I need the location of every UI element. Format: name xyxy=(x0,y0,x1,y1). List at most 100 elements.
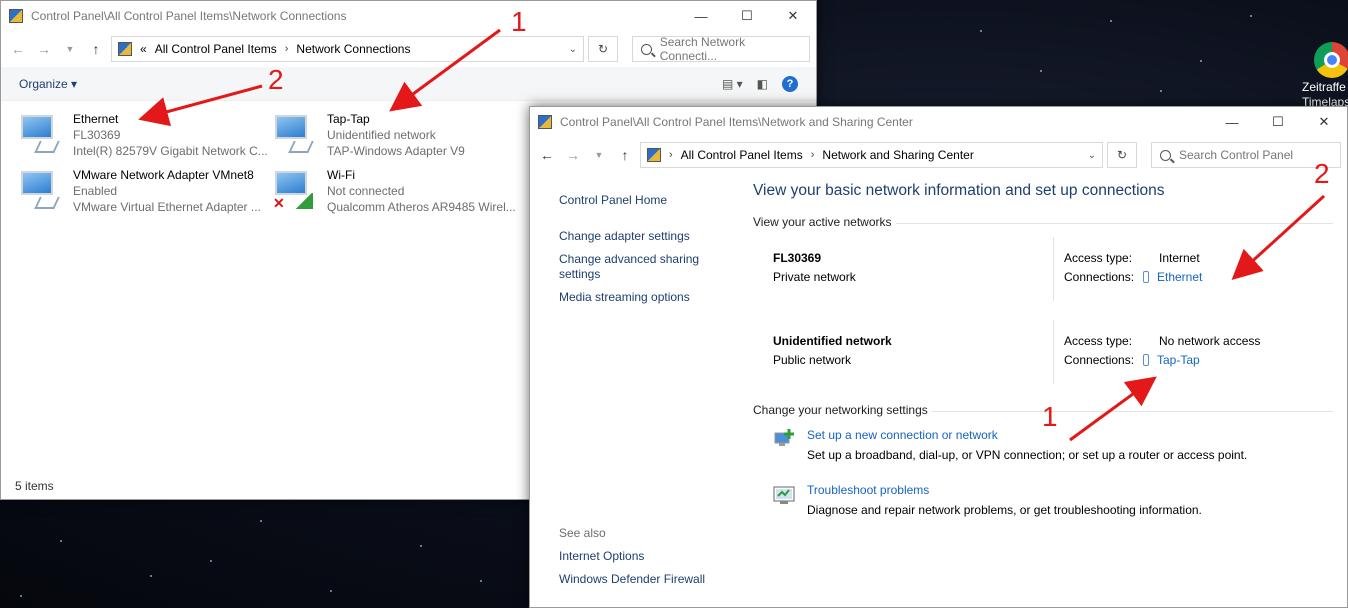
access-type-label: Access type: xyxy=(1064,251,1133,265)
address-bar[interactable]: › All Control Panel Items › Network and … xyxy=(640,142,1103,168)
close-button[interactable]: ✕ xyxy=(1301,107,1347,137)
recent-locations-chevron-icon[interactable]: ▼ xyxy=(588,150,610,160)
command-bar: Organize ▾ ▤ ▾ ◧ ? xyxy=(1,67,816,101)
forward-arrow-icon[interactable]: → xyxy=(33,41,55,57)
adapter-name: Ethernet xyxy=(73,112,119,126)
up-arrow-icon[interactable]: ↑ xyxy=(614,147,636,163)
troubleshoot-desc: Diagnose and repair network problems, or… xyxy=(807,503,1202,517)
window-title: Control Panel\All Control Panel Items\Ne… xyxy=(560,115,913,129)
minimize-button[interactable]: — xyxy=(678,1,724,31)
internet-options-link[interactable]: Internet Options xyxy=(559,549,644,564)
troubleshoot-icon xyxy=(773,484,797,506)
maximize-button[interactable]: ☐ xyxy=(1255,107,1301,137)
wifi-adapter-icon: ✕ xyxy=(273,167,313,211)
adapter-name: VMware Network Adapter VMnet8 xyxy=(73,168,254,182)
search-icon xyxy=(1160,149,1171,161)
address-overflow[interactable]: « xyxy=(140,42,147,56)
help-icon[interactable]: ? xyxy=(782,75,798,92)
organize-menu-button[interactable]: Organize ▾ xyxy=(19,77,77,91)
adapter-status: FL30369 xyxy=(73,128,121,142)
network-type-link[interactable]: Public network xyxy=(773,353,851,368)
link-line-2: settings xyxy=(559,267,601,281)
annotation-number-1: 1 xyxy=(1042,401,1058,432)
see-also-label: See also xyxy=(559,526,606,540)
preview-pane-icon[interactable]: ◧ xyxy=(757,77,768,91)
back-arrow-icon[interactable]: ← xyxy=(536,147,558,163)
breadcrumb-separator-icon: › xyxy=(810,149,815,161)
network-type-link[interactable]: Private network xyxy=(773,270,856,285)
access-type-value: Internet xyxy=(1159,251,1200,265)
network-adapter-icon xyxy=(19,111,60,155)
change-settings-label: Change your networking settings xyxy=(753,403,928,417)
page-heading: View your basic network information and … xyxy=(753,182,1165,199)
up-arrow-icon[interactable]: ↑ xyxy=(85,41,107,57)
desktop-icon-label: Zeitraffe xyxy=(1302,80,1346,94)
network-name: Unidentified network xyxy=(773,334,892,348)
breadcrumb-all-items[interactable]: All Control Panel Items xyxy=(155,42,277,56)
search-input[interactable]: Search Control Panel xyxy=(1151,142,1341,168)
divider xyxy=(1053,237,1054,301)
connection-ethernet-link[interactable]: Ethernet xyxy=(1143,270,1202,285)
adapter-status: Unidentified network xyxy=(327,128,436,142)
navigation-bar: ← → ▼ ↑ › All Control Panel Items › Netw… xyxy=(530,137,1347,173)
adapter-tap-tap[interactable]: Tap-Tap Unidentified network TAP-Windows… xyxy=(273,111,465,159)
back-arrow-icon[interactable]: ← xyxy=(7,41,29,57)
search-placeholder: Search Network Connecti... xyxy=(659,35,746,63)
control-panel-icon xyxy=(647,148,661,162)
annotation-number-2: 2 xyxy=(268,64,284,95)
connection-tap-tap-link[interactable]: Tap-Tap xyxy=(1143,353,1200,368)
recent-locations-chevron-icon[interactable]: ▼ xyxy=(59,44,81,54)
search-input[interactable]: Search Network Connecti... xyxy=(632,35,810,63)
access-type-value: No network access xyxy=(1159,334,1261,348)
maximize-button[interactable]: ☐ xyxy=(724,1,770,31)
control-panel-home-link[interactable]: Control Panel Home xyxy=(559,193,667,208)
search-placeholder: Search Control Panel xyxy=(1179,148,1294,162)
search-icon xyxy=(641,43,652,55)
title-bar: Control Panel\All Control Panel Items\Ne… xyxy=(530,107,1347,137)
adapter-ethernet[interactable]: Ethernet FL30369 Intel(R) 82579V Gigabit… xyxy=(19,111,268,159)
refresh-icon[interactable]: ↻ xyxy=(1107,142,1137,168)
windows-defender-firewall-link[interactable]: Windows Defender Firewall xyxy=(559,572,705,587)
breadcrumb-sharing-center[interactable]: Network and Sharing Center xyxy=(822,148,973,162)
navigation-bar: ← → ▼ ↑ « All Control Panel Items › Netw… xyxy=(1,31,816,67)
adapter-device: Intel(R) 82579V Gigabit Network C... xyxy=(73,144,268,158)
control-panel-icon xyxy=(118,42,132,56)
network-sharing-center-window: Control Panel\All Control Panel Items\Ne… xyxy=(529,106,1348,608)
adapter-wifi[interactable]: ✕ Wi-Fi Not connected Qualcomm Atheros A… xyxy=(273,167,516,215)
new-connection-icon xyxy=(773,427,797,449)
network-adapter-icon xyxy=(19,167,60,211)
troubleshoot-problems-link[interactable]: Troubleshoot problems xyxy=(807,483,929,498)
divider xyxy=(932,411,1333,412)
ethernet-plug-icon xyxy=(1143,271,1149,283)
breadcrumb-separator-icon: › xyxy=(284,43,289,55)
active-networks-label: View your active networks xyxy=(753,215,892,229)
minimize-button[interactable]: — xyxy=(1209,107,1255,137)
adapter-device: Qualcomm Atheros AR9485 Wirel... xyxy=(327,200,516,214)
change-advanced-sharing-link[interactable]: Change advanced sharing settings xyxy=(559,252,699,282)
control-panel-icon xyxy=(9,9,23,23)
forward-arrow-icon[interactable]: → xyxy=(562,147,584,163)
close-button[interactable]: ✕ xyxy=(770,1,816,31)
breadcrumb-network-connections[interactable]: Network Connections xyxy=(296,42,410,56)
adapter-status: Enabled xyxy=(73,184,118,198)
connections-label: Connections: xyxy=(1064,353,1135,367)
adapter-vmnet8[interactable]: VMware Network Adapter VMnet8 Enabled VM… xyxy=(19,167,261,215)
window-title: Control Panel\All Control Panel Items\Ne… xyxy=(31,9,347,23)
breadcrumb-all-items[interactable]: All Control Panel Items xyxy=(681,148,803,162)
adapter-device: TAP-Windows Adapter V9 xyxy=(327,144,465,158)
connections-label: Connections: xyxy=(1064,270,1135,284)
address-dropdown-icon[interactable]: ⌄ xyxy=(1088,150,1096,161)
chrome-icon[interactable] xyxy=(1314,42,1348,78)
address-bar[interactable]: « All Control Panel Items › Network Conn… xyxy=(111,36,584,62)
change-adapter-settings-link[interactable]: Change adapter settings xyxy=(559,229,690,244)
status-bar-item-count: 5 items xyxy=(15,479,54,493)
breadcrumb-separator-icon: › xyxy=(669,149,673,161)
media-streaming-options-link[interactable]: Media streaming options xyxy=(559,290,690,305)
annotation-number-1: 1 xyxy=(511,6,527,37)
address-dropdown-icon[interactable]: ⌄ xyxy=(569,44,577,55)
title-bar: Control Panel\All Control Panel Items\Ne… xyxy=(1,1,816,31)
control-panel-icon xyxy=(538,115,552,129)
setup-new-connection-link[interactable]: Set up a new connection or network xyxy=(807,428,998,443)
refresh-icon[interactable]: ↻ xyxy=(588,36,618,62)
change-view-icon[interactable]: ▤ ▾ xyxy=(722,77,743,91)
